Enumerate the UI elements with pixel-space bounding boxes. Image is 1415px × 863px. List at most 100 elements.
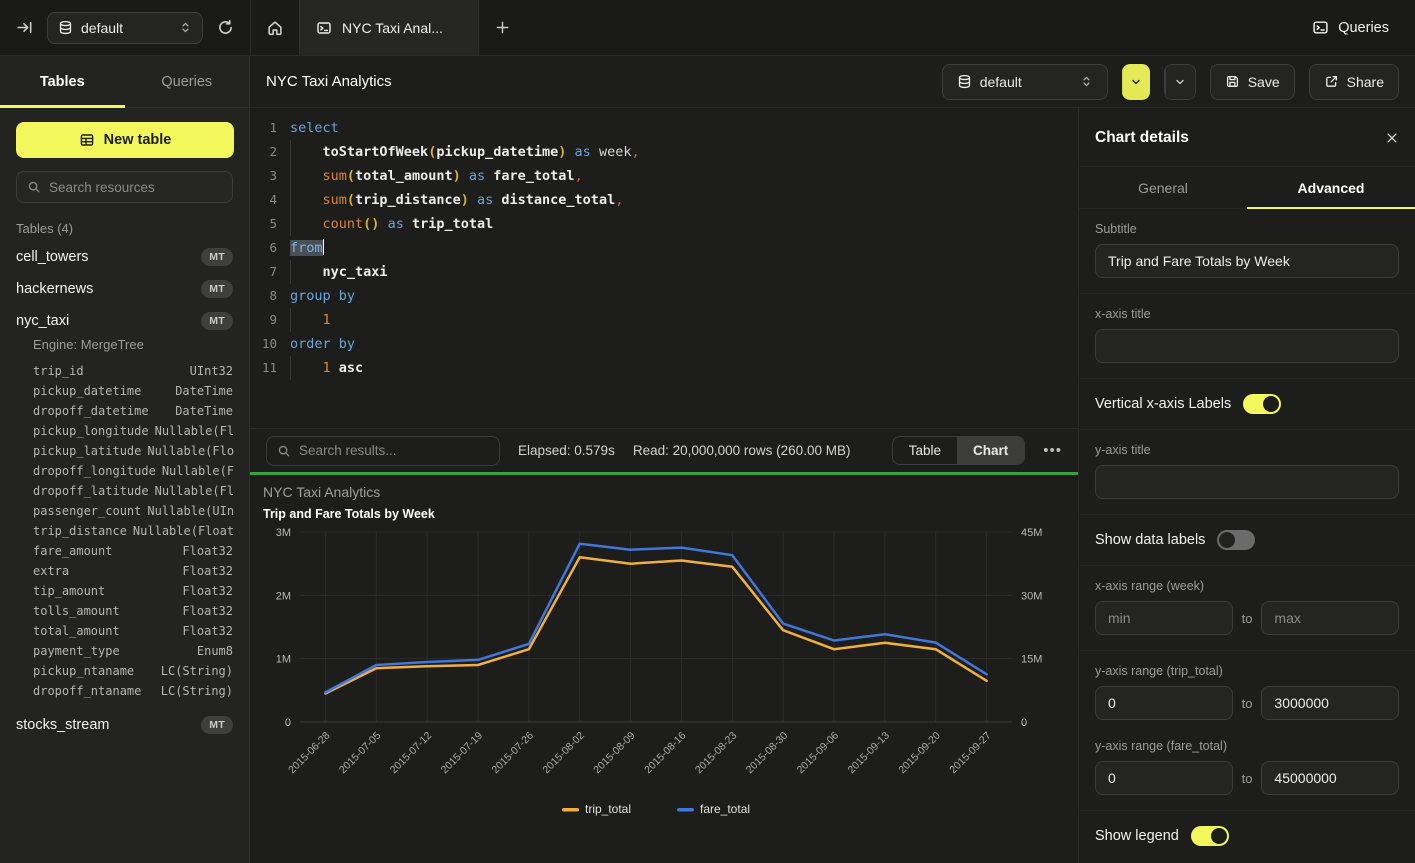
range-to-label: to [1242, 771, 1253, 786]
database-selector[interactable]: default [942, 64, 1108, 100]
x-range-max-input[interactable] [1261, 601, 1399, 635]
table-name: nyc_taxi [16, 313, 69, 329]
main-area: 1234567891011 select toStartOfWeek(picku… [250, 108, 1078, 863]
column-row: tolls_amountFloat32 [33, 601, 233, 621]
column-row: extraFloat32 [33, 561, 233, 581]
save-icon [1225, 74, 1240, 89]
show-legend-toggle[interactable] [1191, 826, 1229, 846]
column-row: dropoff_ntanameLC(String) [33, 681, 233, 701]
svg-text:2015-07-19: 2015-07-19 [439, 730, 486, 777]
svg-text:2015-08-09: 2015-08-09 [591, 730, 638, 777]
share-button[interactable]: Share [1309, 64, 1399, 100]
svg-text:2015-07-12: 2015-07-12 [388, 730, 435, 777]
column-row: pickup_ntanameLC(String) [33, 661, 233, 681]
column-row: tip_amountFloat32 [33, 581, 233, 601]
sql-ai-chevron-down-icon[interactable] [1165, 65, 1195, 99]
search-resources-input[interactable] [49, 180, 222, 195]
svg-text:2015-09-20: 2015-09-20 [896, 730, 943, 777]
x-range-min-input[interactable] [1095, 601, 1233, 635]
run-options-chevron-down-icon[interactable] [1122, 64, 1150, 100]
code-line[interactable]: group by [290, 284, 1078, 308]
code-line[interactable]: toStartOfWeek(pickup_datetime) as week, [290, 140, 1078, 164]
tab-general[interactable]: General [1079, 167, 1247, 208]
sql-editor[interactable]: 1234567891011 select toStartOfWeek(picku… [250, 108, 1078, 428]
view-tab-chart[interactable]: Chart [957, 437, 1024, 464]
range-to-label: to [1242, 611, 1253, 626]
code-line[interactable]: 1 [290, 308, 1078, 332]
refresh-icon[interactable] [217, 19, 234, 36]
code-line[interactable]: count() as trip_total [290, 212, 1078, 236]
sidebar-search[interactable] [16, 171, 233, 203]
y-range-fare-group: y-axis range (fare_total) to [1079, 726, 1415, 811]
results-search[interactable] [266, 436, 500, 466]
y-range-fare-min-input[interactable] [1095, 761, 1233, 795]
query-header: NYC Taxi Analytics default Run SQL AI Sa… [250, 56, 1415, 108]
tables-list: cell_towersMThackernewsMTnyc_taxiMTEngin… [0, 241, 249, 741]
topbar-left: default [0, 0, 250, 55]
vertical-x-labels-toggle[interactable] [1243, 394, 1281, 414]
subtitle-input[interactable] [1095, 244, 1399, 278]
sql-ai-button[interactable]: SQL AI [1164, 64, 1196, 100]
x-axis-title-input[interactable] [1095, 329, 1399, 363]
database-selector[interactable]: default [47, 12, 203, 44]
table-name: hackernews [16, 281, 93, 297]
y-range-trip-max-input[interactable] [1261, 686, 1399, 720]
more-options-icon[interactable]: ••• [1043, 442, 1062, 459]
save-button[interactable]: Save [1210, 64, 1295, 100]
engine-badge: MT [201, 248, 233, 266]
svg-text:NYC Taxi Analytics: NYC Taxi Analytics [263, 484, 380, 500]
view-tab-table[interactable]: Table [893, 437, 957, 464]
code-line[interactable]: order by [290, 332, 1078, 356]
tab-advanced[interactable]: Advanced [1247, 167, 1415, 208]
svg-text:2M: 2M [276, 590, 291, 602]
column-row: payment_typeEnum8 [33, 641, 233, 661]
editor-tab[interactable]: NYC Taxi Anal... [299, 0, 479, 55]
queries-label: Queries [1338, 20, 1389, 36]
code-line[interactable]: select [290, 116, 1078, 140]
home-icon[interactable] [251, 0, 299, 55]
code-lines[interactable]: select toStartOfWeek(pickup_datetime) as… [290, 116, 1078, 428]
show-data-labels-toggle[interactable] [1217, 530, 1255, 550]
code-line[interactable]: 1 asc [290, 356, 1078, 380]
svg-text:45M: 45M [1021, 527, 1042, 539]
save-label: Save [1248, 74, 1280, 90]
svg-text:30M: 30M [1021, 590, 1042, 602]
table-row[interactable]: cell_towersMT [0, 241, 249, 273]
y-axis-title-input[interactable] [1095, 465, 1399, 499]
y-range-trip-label: y-axis range (trip_total) [1095, 664, 1399, 678]
new-tab-icon[interactable] [479, 0, 527, 55]
y-range-trip-min-input[interactable] [1095, 686, 1233, 720]
collapse-sidebar-icon[interactable] [16, 19, 33, 36]
unsaved-dot [453, 23, 462, 32]
tab-queries[interactable]: Queries [125, 56, 250, 107]
code-line[interactable]: sum(total_amount) as fare_total, [290, 164, 1078, 188]
subtitle-label: Subtitle [1095, 222, 1399, 236]
svg-text:Trip and Fare Totals by Week: Trip and Fare Totals by Week [263, 507, 435, 521]
sidebar: Tables Queries New table Tables (4) cell… [0, 56, 250, 863]
chart: NYC Taxi Analytics Trip and Fare Totals b… [250, 475, 1078, 863]
table-row[interactable]: nyc_taxiMT [0, 305, 249, 337]
panel-title: Chart details [1095, 129, 1189, 147]
code-line[interactable]: nyc_taxi [290, 260, 1078, 284]
svg-text:3M: 3M [276, 527, 291, 539]
svg-text:2015-07-05: 2015-07-05 [337, 730, 384, 777]
search-results-input[interactable] [299, 443, 489, 458]
column-row: pickup_longitudeNullable(Fl [33, 421, 233, 441]
new-table-button[interactable]: New table [16, 122, 234, 158]
x-range-label: x-axis range (week) [1095, 579, 1399, 593]
y-range-fare-max-input[interactable] [1261, 761, 1399, 795]
code-line[interactable]: sum(trip_distance) as distance_total, [290, 188, 1078, 212]
column-row: trip_distanceNullable(Float [33, 521, 233, 541]
column-row: pickup_latitudeNullable(Flo [33, 441, 233, 461]
database-selector-value: default [980, 74, 1072, 90]
share-icon [1324, 74, 1339, 89]
table-row[interactable]: stocks_streamMT [0, 709, 249, 741]
close-icon[interactable] [1385, 131, 1399, 145]
svg-text:2015-08-23: 2015-08-23 [693, 730, 740, 777]
tab-tables[interactable]: Tables [0, 56, 125, 107]
table-row[interactable]: hackernewsMT [0, 273, 249, 305]
run-button[interactable]: Run [1122, 64, 1150, 100]
queries-button[interactable]: Queries [1312, 19, 1389, 36]
code-line[interactable]: from [290, 236, 1078, 260]
sidebar-tabs: Tables Queries [0, 56, 249, 108]
